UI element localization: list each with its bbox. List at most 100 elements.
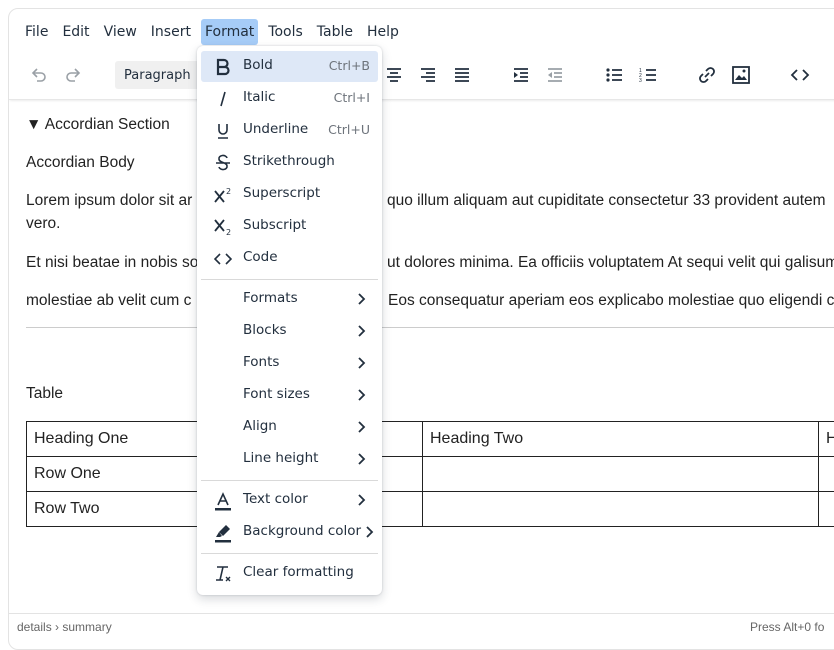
menu-file[interactable]: File — [21, 19, 52, 45]
element-path[interactable]: details › summary — [17, 620, 112, 634]
clear-formatting-icon — [211, 562, 235, 586]
accordion-summary[interactable]: ▼ Accordian Section — [26, 114, 170, 136]
table-cell[interactable]: Row Two — [27, 492, 225, 527]
outdent-icon[interactable] — [540, 61, 570, 89]
format-italic[interactable]: Italic Ctrl+I — [201, 83, 378, 114]
menu-item-label: Fonts — [243, 354, 279, 370]
content-table[interactable]: Heading One Heading Two H Row One Row Tw… — [26, 421, 834, 527]
table-cell[interactable] — [423, 492, 819, 527]
chevron-right-icon — [358, 494, 366, 506]
text-color-icon — [211, 489, 235, 513]
paragraph-1-left: Lorem ipsum dolor sit ar — [26, 190, 192, 212]
svg-text:2: 2 — [226, 228, 231, 236]
menu-item-label: Blocks — [243, 322, 287, 338]
menu-table[interactable]: Table — [313, 19, 357, 45]
menu-tools[interactable]: Tools — [264, 19, 307, 45]
link-icon[interactable] — [692, 61, 722, 89]
toolbar: Paragraph 123 — [9, 55, 834, 100]
table-cell[interactable] — [423, 457, 819, 492]
menu-item-label: Strikethrough — [243, 153, 335, 169]
svg-text:3: 3 — [639, 78, 642, 84]
paragraph-3-left: molestiae ab velit cum c — [26, 290, 191, 312]
shortcut-label: Ctrl+B — [329, 58, 370, 73]
menu-item-label: Italic — [243, 89, 275, 105]
format-subscript[interactable]: 2 Subscript — [201, 211, 378, 242]
table-cell[interactable]: Heading One — [27, 422, 225, 457]
menu-item-label: Clear formatting — [243, 564, 354, 580]
align-center-icon[interactable] — [379, 61, 409, 89]
strikethrough-icon — [211, 151, 235, 175]
format-bold[interactable]: Bold Ctrl+B — [201, 51, 378, 82]
table-cell[interactable]: Heading Two — [423, 422, 819, 457]
menu-format[interactable]: Format — [201, 19, 258, 45]
menu-item-label: Formats — [243, 290, 298, 306]
chevron-right-icon — [358, 357, 366, 369]
paragraph-3-right: Eos consequatur aperiam eos explicabo mo… — [388, 290, 834, 312]
chevron-right-icon — [358, 389, 366, 401]
code-icon — [211, 247, 235, 271]
blocks-select[interactable]: Paragraph — [115, 61, 205, 89]
bullet-list-icon[interactable] — [599, 61, 629, 89]
menu-item-label: Align — [243, 418, 277, 434]
menu-item-label: Superscript — [243, 185, 320, 201]
table-cell[interactable] — [819, 457, 834, 492]
menu-item-label: Font sizes — [243, 386, 310, 402]
format-code[interactable]: Code — [201, 243, 378, 274]
chevron-right-icon — [358, 421, 366, 433]
format-underline[interactable]: Underline Ctrl+U — [201, 115, 378, 146]
rich-text-editor: File Edit View Insert Format Tools Table… — [8, 8, 834, 650]
format-background-color[interactable]: Background color — [201, 517, 378, 548]
paragraph-1-right: quo illum aliquam aut cupiditate consect… — [387, 190, 826, 212]
format-formats[interactable]: Formats — [201, 284, 378, 315]
table-cell[interactable]: H — [819, 422, 834, 457]
format-blocks[interactable]: Blocks — [201, 316, 378, 347]
format-strikethrough[interactable]: Strikethrough — [201, 147, 378, 178]
menu-item-label: Subscript — [243, 217, 306, 233]
format-clear-formatting[interactable]: Clear formatting — [201, 558, 378, 589]
format-font-sizes[interactable]: Font sizes — [201, 380, 378, 411]
format-superscript[interactable]: 2 Superscript — [201, 179, 378, 210]
menu-item-label: Underline — [243, 121, 308, 137]
chevron-right-icon — [366, 526, 374, 538]
italic-icon — [211, 87, 235, 111]
format-fonts[interactable]: Fonts — [201, 348, 378, 379]
menu-separator — [201, 480, 378, 481]
align-justify-icon[interactable] — [447, 61, 477, 89]
menu-insert[interactable]: Insert — [147, 19, 195, 45]
format-text-color[interactable]: Text color — [201, 485, 378, 516]
format-line-height[interactable]: Line height — [201, 444, 378, 475]
chevron-right-icon — [358, 293, 366, 305]
table-row: Row Two — [27, 492, 834, 527]
format-align[interactable]: Align — [201, 412, 378, 443]
table-cell[interactable]: Row One — [27, 457, 225, 492]
bold-icon — [211, 55, 235, 79]
shortcut-label: Ctrl+U — [328, 122, 370, 137]
paragraph-2-left: Et nisi beatae in nobis so — [26, 252, 198, 274]
menubar: File Edit View Insert Format Tools Table… — [9, 9, 834, 55]
redo-icon[interactable] — [59, 61, 89, 89]
table-caption: Table — [26, 383, 63, 405]
accessibility-hint: Press Alt+0 fo — [750, 620, 824, 634]
menu-help[interactable]: Help — [363, 19, 403, 45]
chevron-right-icon — [358, 325, 366, 337]
align-right-icon[interactable] — [413, 61, 443, 89]
chevron-right-icon — [358, 453, 366, 465]
highlighter-icon — [211, 521, 235, 545]
menu-item-label: Background color — [243, 523, 361, 539]
menu-edit[interactable]: Edit — [58, 19, 93, 45]
menu-separator — [201, 279, 378, 280]
superscript-icon: 2 — [211, 183, 235, 207]
menu-item-label: Line height — [243, 450, 318, 466]
menu-item-label: Bold — [243, 57, 273, 73]
indent-icon[interactable] — [506, 61, 536, 89]
numbered-list-icon[interactable]: 123 — [633, 61, 663, 89]
image-icon[interactable] — [726, 61, 756, 89]
table-cell[interactable] — [819, 492, 834, 527]
subscript-icon: 2 — [211, 215, 235, 239]
undo-icon[interactable] — [23, 61, 53, 89]
menu-item-label: Code — [243, 249, 278, 265]
source-code-icon[interactable] — [785, 61, 815, 89]
format-menu: Bold Ctrl+B Italic Ctrl+I Underline Ctrl… — [197, 46, 382, 595]
menu-view[interactable]: View — [100, 19, 141, 45]
shortcut-label: Ctrl+I — [334, 90, 370, 105]
